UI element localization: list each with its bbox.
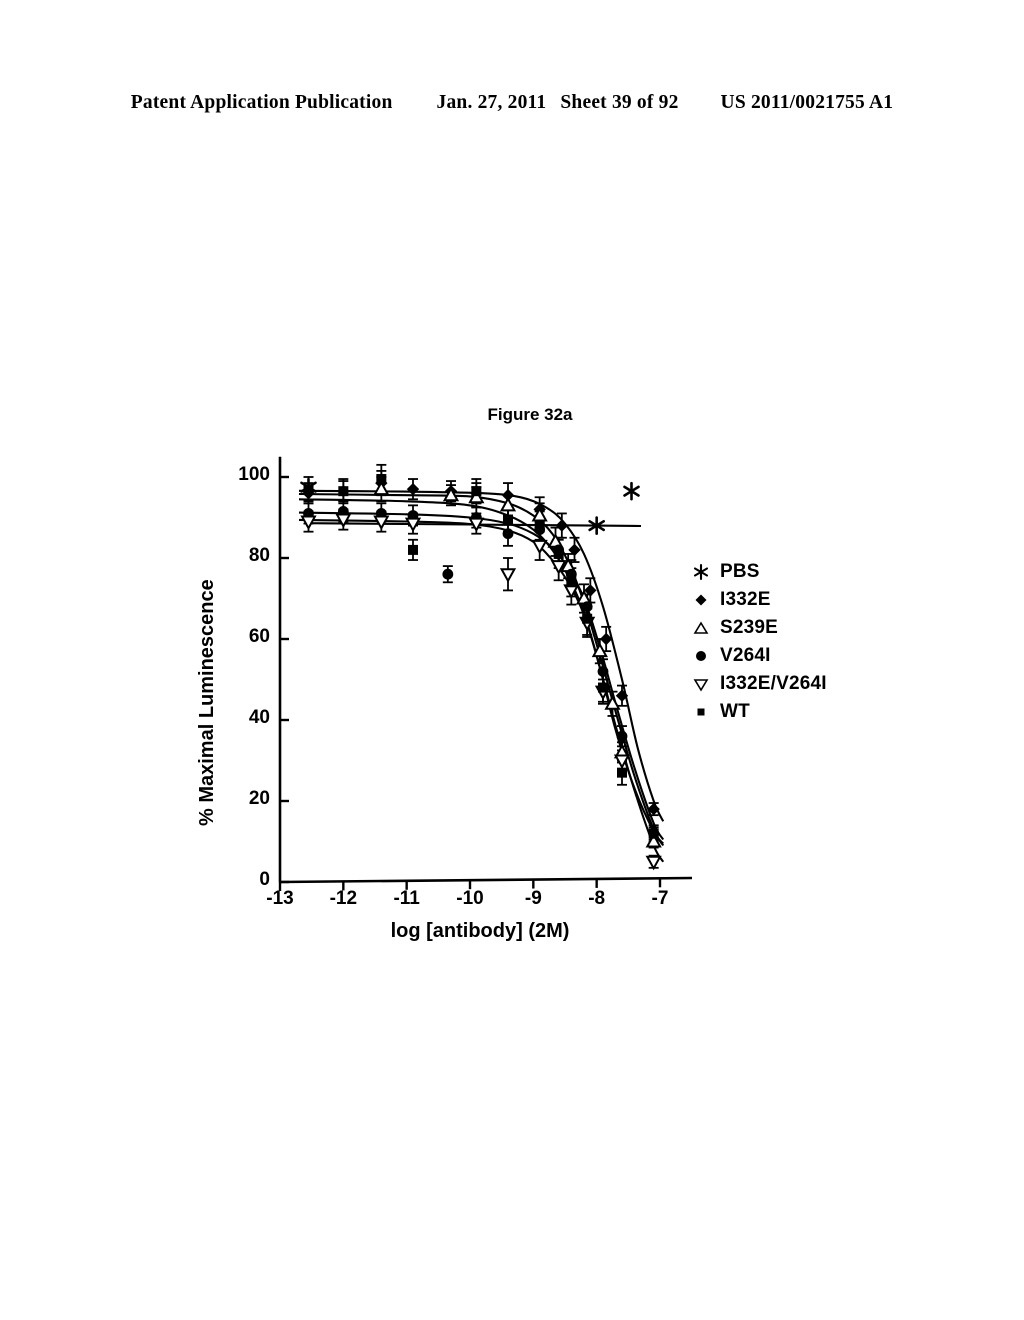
- legend-item-v264i[interactable]: V264I: [688, 642, 827, 670]
- circle-icon: [688, 648, 714, 664]
- series-points: [303, 506, 660, 839]
- series-curve: [298, 492, 665, 847]
- legend: PBS I332E S239E V264I I332E/V264I WT: [688, 558, 827, 726]
- triangle-up-icon: [688, 620, 714, 636]
- legend-item-i332e-v264i[interactable]: I332E/V264I: [688, 670, 827, 698]
- x-tick-label: -11: [393, 888, 420, 909]
- series-curve: [298, 511, 665, 841]
- legend-item-wt[interactable]: WT: [688, 698, 827, 726]
- legend-label: PBS: [720, 561, 760, 582]
- plot-area: [278, 456, 693, 891]
- x-tick-label: -8: [588, 888, 606, 909]
- page-canvas: Patent Application Publication Jan. 27, …: [0, 0, 1024, 1320]
- x-tick-label: -7: [651, 888, 669, 909]
- y-tick-label: 80: [248, 545, 270, 566]
- diamond-icon: [688, 592, 714, 608]
- y-tick-label: 60: [248, 626, 270, 647]
- x-tick-label: -13: [266, 888, 294, 909]
- figure-32a: Figure 32a % Maximal Luminescence log [a…: [0, 0, 1024, 1320]
- legend-label: I332E: [720, 589, 771, 610]
- y-axis-label: % Maximal Luminescence: [196, 579, 218, 826]
- legend-label: I332E/V264I: [720, 673, 827, 694]
- legend-item-pbs[interactable]: PBS: [688, 558, 827, 586]
- asterisk-icon: [688, 563, 714, 581]
- y-tick-label: 20: [248, 788, 270, 809]
- x-tick-label: -9: [524, 888, 542, 909]
- series-curve: [298, 498, 665, 845]
- triangle-down-icon: [688, 676, 714, 692]
- legend-item-i332e[interactable]: I332E: [688, 586, 827, 614]
- legend-label: S239E: [720, 617, 779, 638]
- series-curves: [298, 489, 665, 863]
- square-icon: [688, 704, 714, 720]
- x-axis-label: log [antibody] (2M): [390, 920, 570, 942]
- legend-label: WT: [720, 701, 750, 722]
- x-tick-label: -10: [456, 888, 484, 909]
- legend-label: V264I: [720, 645, 771, 666]
- series-curve: [298, 489, 665, 822]
- x-tick-label: -12: [329, 888, 358, 909]
- y-tick-label: 40: [248, 707, 270, 728]
- legend-item-s239e[interactable]: S239E: [688, 614, 827, 642]
- y-tick-label: 100: [238, 464, 270, 485]
